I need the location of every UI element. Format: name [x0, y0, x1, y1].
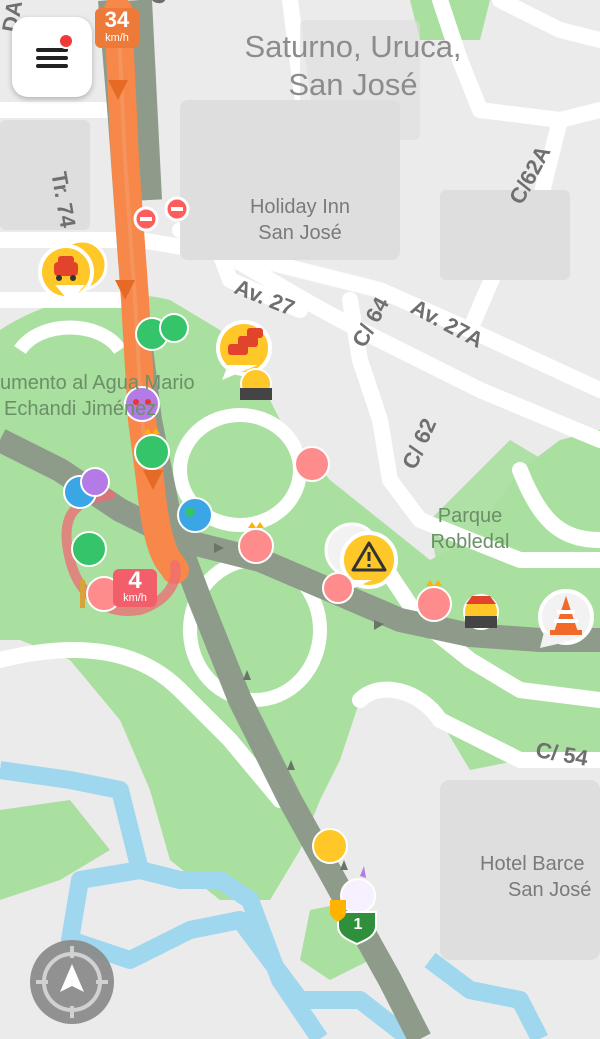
poi-holiday-inn-line1: Holiday Inn [249, 196, 351, 218]
poi-monumento-line1: umento al Agua Mario [0, 372, 195, 394]
area-label-line2: San José [288, 67, 418, 103]
compass-icon [36, 946, 108, 1018]
wazer-pink-icon [294, 446, 330, 482]
wazer-construction-icon [463, 594, 499, 630]
wazer-pink-icon [322, 572, 354, 604]
wazer-green-icon [71, 531, 107, 567]
area-label-line1: Saturno, Uruca, [244, 29, 462, 64]
wazer-earth-icon [177, 497, 213, 533]
poi-holiday-inn[interactable]: Holiday Inn San José [230, 196, 370, 244]
speed-unit: km/h [105, 32, 129, 44]
poi-parque-robledal[interactable]: Parque Robledal [410, 505, 530, 553]
notification-dot [58, 33, 74, 49]
wazer-yellow-icon [312, 828, 348, 864]
menu-bar [36, 64, 68, 68]
speed-unit: km/h [123, 592, 147, 604]
poi-parque-line1: Parque [437, 505, 503, 527]
poi-monumento-line2: Echandi Jiménez [4, 398, 157, 420]
menu-button[interactable] [12, 17, 92, 97]
poi-hotel-line1: Hotel Barce [480, 853, 585, 875]
poi-holiday-inn-line2: San José [258, 222, 342, 244]
speed-badge-bottom: 4 km/h [113, 569, 157, 607]
recenter-button[interactable] [30, 940, 114, 1024]
menu-bar [36, 56, 68, 60]
poi-hotel-line2: San José [508, 879, 592, 901]
speed-value: 4 [128, 567, 142, 594]
area-label: Saturno, Uruca, San José [228, 29, 478, 103]
speed-badge-top: 34 km/h [95, 8, 139, 48]
poi-monumento[interactable]: umento al Agua Mario Echandi Jiménez [0, 372, 220, 420]
poi-hotel-barcelo[interactable]: Hotel Barce San José [480, 853, 600, 901]
poi-parque-line2: Robledal [430, 531, 510, 553]
route-shield-number: 1 [353, 916, 363, 933]
wazer-construction-icon [240, 368, 272, 400]
speed-value: 34 [104, 7, 130, 32]
